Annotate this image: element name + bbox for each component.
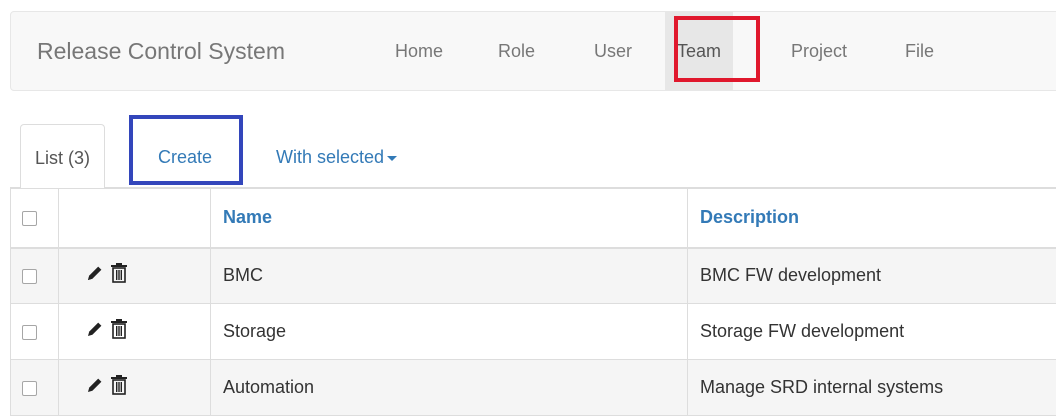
nav-item-file[interactable]: File [905, 12, 934, 90]
row-checkbox[interactable] [22, 269, 37, 284]
row-checkbox-cell [10, 303, 59, 360]
row-actions-cell [58, 247, 211, 304]
brand-title[interactable]: Release Control System [37, 12, 285, 90]
tab-create[interactable]: Create [158, 124, 212, 188]
row-name: Automation [210, 359, 688, 416]
row-name: BMC [210, 247, 688, 304]
row-actions-cell [58, 303, 211, 360]
nav-item-team[interactable]: Team [665, 12, 734, 90]
table-row: BMC BMC FW development [10, 247, 1056, 304]
header-name[interactable]: Name [210, 188, 688, 249]
row-actions-cell [58, 359, 211, 416]
pencil-icon[interactable] [85, 319, 105, 344]
with-selected-label: With selected [276, 147, 385, 167]
row-checkbox[interactable] [22, 380, 37, 396]
select-all-checkbox[interactable] [22, 211, 37, 226]
row-description: Manage SRD internal systems [687, 359, 1056, 416]
trash-icon[interactable] [110, 374, 128, 401]
header-select-all-cell [10, 188, 59, 249]
nav-item-role[interactable]: Role [498, 12, 535, 90]
table-row: Automation Manage SRD internal systems [10, 359, 1056, 416]
row-checkbox-cell [10, 359, 59, 416]
nav-item-project[interactable]: Project [791, 12, 847, 90]
tab-bar: List (3) Create With selected [10, 124, 1056, 189]
pencil-icon[interactable] [85, 263, 105, 288]
pencil-icon[interactable] [85, 375, 105, 400]
row-description: Storage FW development [687, 303, 1056, 360]
row-checkbox-cell [10, 247, 59, 304]
caret-down-icon [387, 155, 398, 161]
row-name: Storage [210, 303, 688, 360]
row-checkbox[interactable] [22, 324, 37, 340]
header-description[interactable]: Description [687, 188, 1056, 249]
nav-item-user[interactable]: User [594, 12, 632, 90]
trash-icon[interactable] [110, 318, 128, 345]
teams-table: Name Description BMC BMC FW development [10, 188, 1056, 416]
app-root: Release Control System Home Role User Te… [0, 0, 1056, 417]
table-header-row: Name Description [10, 188, 1056, 249]
table-row: Storage Storage FW development [10, 303, 1056, 360]
row-description: BMC FW development [687, 247, 1056, 304]
nav-item-home[interactable]: Home [395, 12, 443, 90]
tab-with-selected[interactable]: With selected [276, 124, 398, 188]
header-actions-cell [58, 188, 211, 249]
tab-list[interactable]: List (3) [20, 124, 106, 189]
navbar: Release Control System Home Role User Te… [10, 11, 1056, 91]
trash-icon[interactable] [110, 262, 128, 289]
